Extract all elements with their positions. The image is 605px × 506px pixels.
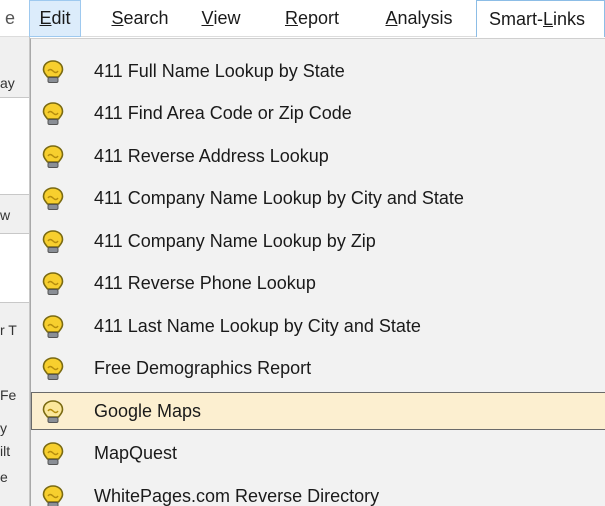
bg-fragment: y: [0, 420, 7, 436]
lightbulb-icon: [42, 442, 64, 465]
bg-panel: [0, 233, 29, 303]
menu-item-label: 411 Full Name Lookup by State: [94, 60, 345, 81]
lightbulb-icon: [42, 187, 64, 210]
bg-fragment: Fe: [0, 387, 17, 403]
menu-item-411-company-zip[interactable]: 411 Company Name Lookup by Zip: [31, 222, 605, 260]
menu-item-411-reverse-phone[interactable]: 411 Reverse Phone Lookup: [31, 264, 605, 302]
menu-item-label: Google Maps: [94, 400, 202, 421]
menu-item-label: 411 Reverse Address Lookup: [94, 145, 329, 166]
bg-fragment: ilt: [0, 443, 11, 459]
menubar-fragment: e: [4, 8, 15, 28]
menu-smart-links-mnemonic: L: [543, 8, 554, 29]
smart-links-dropdown: 411 Full Name Lookup by State 411 Find A…: [30, 38, 605, 506]
menu-item-label: 411 Company Name Lookup by Zip: [94, 230, 376, 251]
menu-bar: e Edit Search View Report Analysis Smart…: [0, 0, 605, 37]
menu-report-mnemonic: R: [284, 8, 298, 28]
menu-view-suffix: iew: [213, 8, 241, 28]
menu-edit[interactable]: Edit: [29, 0, 81, 37]
menu-view-mnemonic: V: [201, 8, 214, 28]
menu-search[interactable]: Search: [100, 0, 180, 37]
menu-item-label: MapQuest: [94, 442, 178, 463]
menu-item-label: 411 Reverse Phone Lookup: [94, 272, 316, 293]
lightbulb-icon: [42, 230, 64, 253]
menu-item-411-reverse-address[interactable]: 411 Reverse Address Lookup: [31, 137, 605, 175]
menu-item-label: Free Demographics Report: [94, 357, 312, 378]
menu-report[interactable]: Report: [264, 0, 360, 37]
menu-item-free-demographics[interactable]: Free Demographics Report: [31, 349, 605, 387]
menu-analysis-suffix: nalysis: [397, 8, 453, 28]
menu-search-mnemonic: S: [111, 8, 124, 28]
menu-item-411-find-area-code[interactable]: 411 Find Area Code or Zip Code: [31, 94, 605, 132]
bg-fragment: w: [0, 207, 11, 223]
lightbulb-icon: [42, 272, 64, 295]
menu-smart-links[interactable]: Smart- Links: [476, 0, 605, 37]
menu-smart-links-suffix: inks: [553, 8, 586, 29]
lightbulb-icon: [42, 145, 64, 168]
bg-fragment: r T: [0, 322, 17, 338]
bg-panel: [0, 97, 29, 195]
lightbulb-icon: [42, 485, 64, 506]
lightbulb-icon: [42, 60, 64, 83]
menu-item-label: 411 Find Area Code or Zip Code: [94, 102, 352, 123]
menu-edit-suffix: dit: [51, 8, 71, 28]
menu-item-mapquest[interactable]: MapQuest: [31, 434, 605, 472]
bg-fragment: ay: [0, 75, 15, 91]
menu-item-label: 411 Company Name Lookup by City and Stat…: [94, 187, 464, 208]
menu-item-whitepages-reverse[interactable]: WhitePages.com Reverse Directory: [31, 477, 605, 506]
menu-view[interactable]: View: [190, 0, 252, 37]
background-window: ay w r T Fe y ilt e: [0, 37, 30, 506]
lightbulb-icon: [42, 102, 64, 125]
menu-item-google-maps[interactable]: Google Maps: [31, 392, 605, 430]
lightbulb-icon: [42, 315, 64, 338]
menu-analysis[interactable]: Analysis: [370, 0, 468, 37]
menu-edit-mnemonic: E: [39, 8, 52, 28]
menu-item-411-full-name-lookup[interactable]: 411 Full Name Lookup by State: [31, 52, 605, 90]
menu-search-suffix: earch: [123, 8, 169, 28]
bg-fragment: e: [0, 469, 8, 485]
menu-smart-links-prefix: Smart-: [489, 8, 543, 29]
lightbulb-icon: [42, 357, 64, 380]
menu-report-suffix: eport: [297, 8, 340, 28]
menu-analysis-mnemonic: A: [385, 8, 398, 28]
menu-item-label: 411 Last Name Lookup by City and State: [94, 315, 421, 336]
menu-item-label: WhitePages.com Reverse Directory: [94, 485, 380, 506]
lightbulb-icon: [42, 400, 64, 423]
menu-item-411-company-city-state[interactable]: 411 Company Name Lookup by City and Stat…: [31, 179, 605, 217]
menu-item-411-last-name-city-state[interactable]: 411 Last Name Lookup by City and State: [31, 307, 605, 345]
